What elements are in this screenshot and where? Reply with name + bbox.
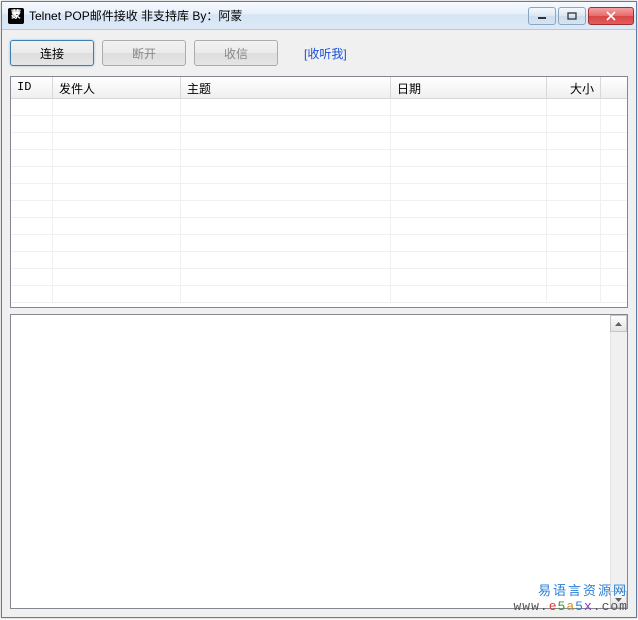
- minimize-button[interactable]: [528, 7, 556, 25]
- connect-button[interactable]: 连接: [10, 40, 94, 66]
- titlebar[interactable]: 蒙 Telnet POP邮件接收 非支持库 By：阿蒙: [2, 2, 636, 30]
- disconnect-button[interactable]: 断开: [102, 40, 186, 66]
- client-area: 连接 断开 收信 [收听我] ID 发件人 主题 日期 大小: [2, 30, 636, 617]
- window-controls: [528, 7, 634, 25]
- column-header-size[interactable]: 大小: [547, 77, 601, 98]
- column-header-spacer: [601, 77, 627, 98]
- toolbar: 连接 断开 收信 [收听我]: [10, 38, 628, 70]
- list-row[interactable]: [11, 286, 627, 303]
- listview-header: ID 发件人 主题 日期 大小: [11, 77, 627, 99]
- list-row[interactable]: [11, 235, 627, 252]
- list-row[interactable]: [11, 99, 627, 116]
- list-row[interactable]: [11, 201, 627, 218]
- close-icon: [605, 11, 617, 21]
- close-button[interactable]: [588, 7, 634, 25]
- list-row[interactable]: [11, 184, 627, 201]
- list-row[interactable]: [11, 218, 627, 235]
- app-icon: 蒙: [8, 8, 24, 24]
- receive-button[interactable]: 收信: [194, 40, 278, 66]
- scrollbar-vertical[interactable]: [610, 315, 627, 608]
- list-row[interactable]: [11, 150, 627, 167]
- mail-listview[interactable]: ID 发件人 主题 日期 大小: [10, 76, 628, 308]
- window-title: Telnet POP邮件接收 非支持库 By：阿蒙: [29, 7, 528, 24]
- scroll-down-button[interactable]: [610, 591, 627, 608]
- list-row[interactable]: [11, 167, 627, 184]
- chevron-down-icon: [615, 598, 622, 602]
- list-row[interactable]: [11, 269, 627, 286]
- app-window: 蒙 Telnet POP邮件接收 非支持库 By：阿蒙 连接 断开 收信 [收听…: [1, 1, 637, 618]
- message-textbox-container: [10, 314, 628, 609]
- minimize-icon: [537, 12, 547, 20]
- list-row[interactable]: [11, 116, 627, 133]
- message-textbox[interactable]: [11, 315, 627, 608]
- listview-body[interactable]: [11, 99, 627, 307]
- column-header-subject[interactable]: 主题: [181, 77, 391, 98]
- listen-link[interactable]: [收听我]: [304, 45, 347, 62]
- scroll-up-button[interactable]: [610, 315, 627, 332]
- column-header-sender[interactable]: 发件人: [53, 77, 181, 98]
- chevron-up-icon: [615, 322, 622, 326]
- maximize-button[interactable]: [558, 7, 586, 25]
- column-header-id[interactable]: ID: [11, 77, 53, 98]
- maximize-icon: [567, 12, 577, 20]
- column-header-date[interactable]: 日期: [391, 77, 547, 98]
- list-row[interactable]: [11, 133, 627, 150]
- list-row[interactable]: [11, 252, 627, 269]
